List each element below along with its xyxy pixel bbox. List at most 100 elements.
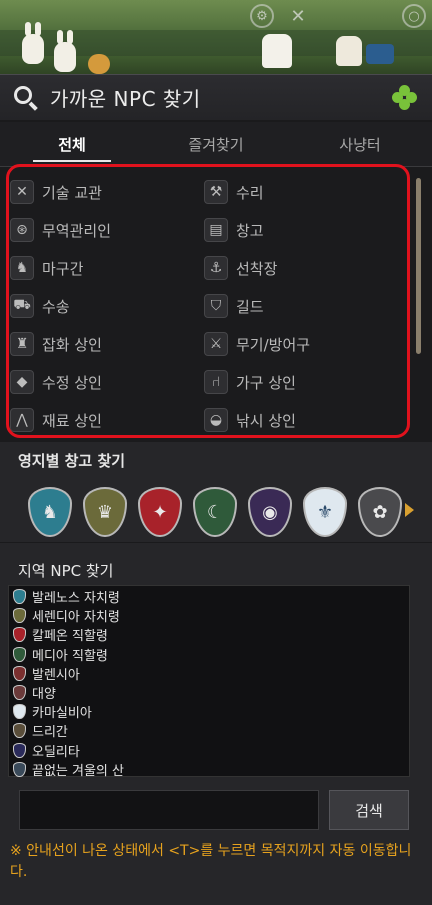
npc-category-label: 창고 xyxy=(236,221,264,240)
npc-category-label: 마구간 xyxy=(42,259,84,278)
decorative-banner: ⚙ ✕ ○ xyxy=(0,0,432,78)
horse-icon: ♞ xyxy=(10,256,34,280)
npc-category-item[interactable]: ♞ 마구간 xyxy=(10,252,83,284)
mediah-crest-icon: ☾ xyxy=(193,487,237,537)
pack-saddle-icon xyxy=(366,44,394,64)
bear-figure-icon xyxy=(88,54,110,74)
search-button[interactable]: 검색 xyxy=(329,790,409,830)
crossed-tools-icon: ✕ xyxy=(10,180,34,204)
chair-icon: ⑁ xyxy=(204,370,228,394)
npc-category-label: 수리 xyxy=(236,183,264,202)
region-label: 메디아 직할령 xyxy=(32,648,108,664)
close-icon[interactable]: ✕ xyxy=(286,4,310,28)
tab-favorites[interactable]: 즐겨찾기 xyxy=(144,122,288,166)
category-scrollbar[interactable] xyxy=(416,178,421,354)
npc-category-item[interactable]: ⛟ 수송 xyxy=(10,290,70,322)
banner-sky xyxy=(0,0,432,30)
npc-category-label: 선착장 xyxy=(236,259,278,278)
valencia-crest-icon: ◉ xyxy=(248,487,292,537)
storage-crest-button[interactable]: ✦ xyxy=(138,487,182,537)
region-list: 발레노스 자치령 세렌디아 자치령칼페온 직할령메디아 직할령발렌시아 대양카마실비… xyxy=(8,585,410,779)
storage-crest-button[interactable]: ✿ xyxy=(358,487,402,537)
storage-crest-button[interactable]: ⚜ xyxy=(303,487,347,537)
fish-icon: ◒ xyxy=(204,408,228,432)
llama-figure-icon xyxy=(262,34,292,68)
region-label: 오딜리타 xyxy=(32,744,80,760)
region-crest-icon xyxy=(13,665,26,681)
region-label: 칼페온 직할령 xyxy=(32,629,108,645)
npc-category-label: 수정 상인 xyxy=(42,373,102,392)
npc-category-item[interactable]: ⛉ 길드 xyxy=(204,290,264,322)
clover-icon[interactable] xyxy=(392,85,418,111)
region-label: 카마실비아 xyxy=(32,706,92,722)
npc-category-item[interactable]: ♜ 잡화 상인 xyxy=(10,328,102,360)
npc-category-item[interactable]: ⚔ 무기/방어구 xyxy=(204,328,310,360)
region-list-item[interactable]: 대양 xyxy=(9,683,56,702)
region-list-item[interactable]: 세렌디아 자치령 xyxy=(9,606,120,625)
storage-crest-button[interactable]: ☾ xyxy=(193,487,237,537)
npc-category-item[interactable]: ⑁ 가구 상인 xyxy=(204,366,296,398)
pickaxe-icon: ⋀ xyxy=(10,408,34,432)
npc-category-label: 무기/방어구 xyxy=(236,335,311,354)
sack-icon: ♜ xyxy=(10,332,34,356)
region-list-item[interactable]: 칼페온 직할령 xyxy=(9,625,108,644)
storage-crest-button[interactable]: ♛ xyxy=(83,487,127,537)
npc-category-label: 무역관리인 xyxy=(42,221,112,240)
npc-category-item[interactable]: ◒ 낚시 상인 xyxy=(204,404,296,436)
magnifier-icon xyxy=(12,84,40,112)
npc-search-input[interactable] xyxy=(19,790,319,830)
kamasylvia-crest-icon: ⚜ xyxy=(303,487,347,537)
region-crest-icon xyxy=(13,704,26,720)
storage-crest-button[interactable]: ◉ xyxy=(248,487,292,537)
npc-category-label: 수송 xyxy=(42,297,70,316)
region-list-item[interactable]: 오딜리타 xyxy=(9,741,80,760)
window-title: 가까운 NPC 찾기 xyxy=(50,87,201,111)
anchor-icon: ⚓ xyxy=(204,256,228,280)
search-corner-icon[interactable]: ○ xyxy=(402,4,426,28)
region-label: 발레노스 자치령 xyxy=(32,591,120,606)
npc-category-item[interactable]: ⚓ 선착장 xyxy=(204,252,277,284)
npc-category-item[interactable]: ⚒ 수리 xyxy=(204,176,264,208)
tab-bar: 전체 즐겨찾기 사냥터 xyxy=(0,122,432,166)
npc-category-item[interactable]: ⊛ 무역관리인 xyxy=(10,214,111,246)
npc-category-item[interactable]: ⋀ 재료 상인 xyxy=(10,404,102,436)
npc-category-label: 낚시 상인 xyxy=(236,411,296,430)
crystal-icon: ◆ xyxy=(10,370,34,394)
chest-icon: ▤ xyxy=(204,218,228,242)
region-crest-icon xyxy=(13,608,26,624)
tab-hunting-grounds[interactable]: 사냥터 xyxy=(288,122,432,166)
region-label: 드리간 xyxy=(32,725,68,741)
region-section-title: 지역 NPC 찾기 xyxy=(18,562,114,580)
gear-icon[interactable]: ⚙ xyxy=(250,4,274,28)
region-list-item[interactable]: 메디아 직할령 xyxy=(9,645,108,664)
npc-category-label: 기술 교관 xyxy=(42,183,102,202)
anvil-icon: ⚒ xyxy=(204,180,228,204)
guild-crest-icon: ⛉ xyxy=(204,294,228,318)
wagon-icon: ⛟ xyxy=(10,294,34,318)
bunny-figure-icon xyxy=(54,30,76,72)
region-crest-icon xyxy=(13,627,26,643)
npc-category-label: 길드 xyxy=(236,297,264,316)
region-list-item[interactable]: 발렌시아 xyxy=(9,664,80,683)
npc-category-item[interactable]: ✕ 기술 교관 xyxy=(10,176,102,208)
serendia-crest-icon: ♛ xyxy=(83,487,127,537)
region-crest-icon xyxy=(13,761,26,777)
npc-category-item[interactable]: ▤ 창고 xyxy=(204,214,264,246)
tab-all[interactable]: 전체 xyxy=(0,122,144,166)
sword-icon: ⚔ xyxy=(204,332,228,356)
calpheon-crest-icon: ✦ xyxy=(138,487,182,537)
wheel-icon: ⊛ xyxy=(10,218,34,242)
npc-category-label: 재료 상인 xyxy=(42,411,102,430)
npc-category-item[interactable]: ◆ 수정 상인 xyxy=(10,366,102,398)
balenos-crest-icon: ♞ xyxy=(28,487,72,537)
region-list-item[interactable]: 드리간 xyxy=(9,721,68,740)
storage-section-title: 영지별 창고 찾기 xyxy=(18,452,126,470)
region-crest-icon xyxy=(13,685,26,700)
region-crest-icon xyxy=(13,723,26,739)
next-arrow-icon[interactable] xyxy=(405,503,414,517)
region-list-item[interactable]: 끝없는 겨울의 산 xyxy=(9,760,124,779)
region-list-item[interactable]: 발레노스 자치령 xyxy=(9,587,120,606)
storage-crest-button[interactable]: ♞ xyxy=(28,487,72,537)
region-list-item[interactable]: 카마실비아 xyxy=(9,702,92,721)
region-label: 발렌시아 xyxy=(32,667,80,683)
